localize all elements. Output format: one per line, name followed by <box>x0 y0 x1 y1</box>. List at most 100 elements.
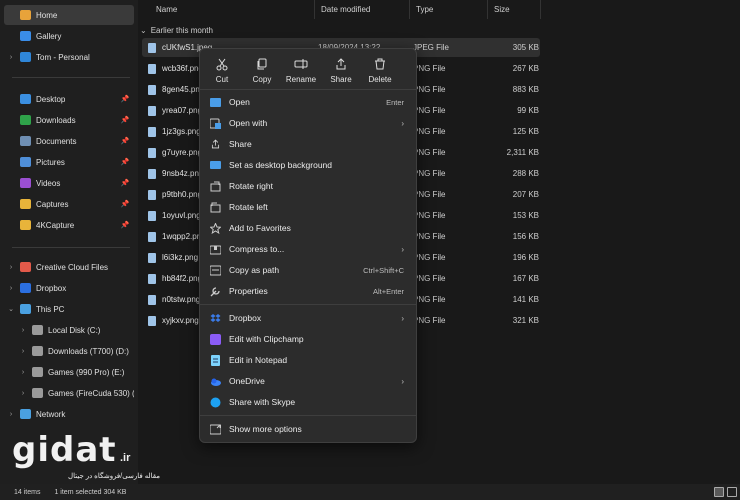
copy-icon <box>254 57 270 71</box>
sidebar-item-label: Captures <box>36 199 69 209</box>
menu-item[interactable]: Dropbox › <box>204 308 414 328</box>
file-type: PNG File <box>413 295 446 304</box>
file-type: PNG File <box>413 85 446 94</box>
image-file-icon <box>148 294 156 305</box>
menu-item[interactable]: Copy as path Ctrl+Shift+C <box>204 260 414 280</box>
menu-item[interactable]: Edit in Notepad <box>204 350 414 370</box>
drive-icon <box>32 325 43 335</box>
clipchamp-icon <box>210 333 221 345</box>
sidebar-item[interactable]: › Creative Cloud Files <box>4 257 134 277</box>
quick-action-label: Copy <box>252 75 272 84</box>
sidebar-item[interactable]: › Network <box>4 404 134 424</box>
sidebar-item[interactable]: Videos 📌 <box>4 173 134 193</box>
this-pc-icon <box>20 304 31 314</box>
sidebar-item-label: Tom - Personal <box>36 52 90 62</box>
sidebar-item[interactable]: › Tom - Personal <box>4 47 134 67</box>
chevron-icon[interactable]: › <box>18 390 28 397</box>
menu-item-label: Share <box>229 139 252 149</box>
menu-item[interactable]: Open with › <box>204 113 414 133</box>
quick-action-share-button[interactable]: Share <box>321 55 361 91</box>
share-icon <box>210 139 221 150</box>
sidebar-item-label: Downloads <box>36 115 76 125</box>
details-view-button[interactable] <box>714 487 724 497</box>
sidebar-item[interactable]: Home <box>4 5 134 25</box>
quick-action-cut-button[interactable]: Cut <box>202 55 242 91</box>
image-file-icon <box>148 231 156 242</box>
menu-item-label: Open with <box>229 118 268 128</box>
column-header-size[interactable]: Size <box>488 0 541 19</box>
menu-item[interactable]: Share with Skype <box>204 392 414 412</box>
pin-icon: 📌 <box>120 96 130 103</box>
chevron-icon[interactable]: › <box>18 369 28 376</box>
image-file-icon <box>148 168 156 179</box>
sidebar-item[interactable]: Downloads 📌 <box>4 110 134 130</box>
column-header-type[interactable]: Type <box>410 0 488 19</box>
sidebar-item-label: Pictures <box>36 157 65 167</box>
file-type: PNG File <box>413 64 446 73</box>
image-file-icon <box>148 42 156 53</box>
chevron-icon[interactable]: › <box>18 327 28 334</box>
tiles-view-button[interactable] <box>727 487 737 497</box>
chevron-icon[interactable]: › <box>6 54 16 61</box>
desktop-background-icon <box>210 160 221 171</box>
folder-icon <box>20 199 31 209</box>
menu-item-label: OneDrive <box>229 376 265 386</box>
quick-action-delete-button[interactable]: Delete <box>360 55 400 91</box>
chevron-icon[interactable]: › <box>18 348 28 355</box>
file-size: 207 KB <box>512 190 539 199</box>
sidebar-item[interactable]: 4KCapture 📌 <box>4 215 134 235</box>
quick-action-label: Cut <box>215 75 229 84</box>
sidebar-item[interactable]: › Local Disk (C:) <box>4 320 134 340</box>
menu-item-label: Rotate right <box>229 181 273 191</box>
quick-action-rename-button[interactable]: Rename <box>281 55 321 91</box>
column-header-date[interactable]: Date modified <box>315 0 410 19</box>
sidebar-item[interactable]: Documents 📌 <box>4 131 134 151</box>
image-file-icon <box>148 147 156 158</box>
menu-item[interactable]: Compress to... › <box>204 239 414 259</box>
column-type-label: Type <box>416 5 434 14</box>
pin-icon: 📌 <box>120 159 130 166</box>
open-icon <box>210 97 221 108</box>
pin-icon: 📌 <box>120 180 130 187</box>
column-date-label: Date modified <box>321 5 371 14</box>
menu-item[interactable]: Rotate right <box>204 176 414 196</box>
menu-item[interactable]: Set as desktop background <box>204 155 414 175</box>
sidebar-item-label: 4KCapture <box>36 220 75 230</box>
sidebar-item[interactable]: › Games (FireCuda 530) (F:) <box>4 383 134 403</box>
sidebar-item[interactable]: Desktop 📌 <box>4 89 134 109</box>
chevron-icon[interactable]: ⌄ <box>6 305 16 313</box>
menu-item[interactable]: Show more options <box>204 419 414 439</box>
sidebar-item[interactable]: Captures 📌 <box>4 194 134 214</box>
menu-item[interactable]: Open Enter <box>204 92 414 112</box>
context-menu: Cut Copy Rename Share Delete Open Enter Open wi… <box>199 48 417 443</box>
sidebar-item-label: Local Disk (C:) <box>48 325 101 335</box>
sidebar-item[interactable]: Pictures 📌 <box>4 152 134 172</box>
sidebar-item-label: Home <box>36 10 58 20</box>
group-header[interactable]: ⌄ Earlier this month <box>140 22 213 38</box>
quick-action-copy-button[interactable]: Copy <box>242 55 282 91</box>
watermark-tagline: مقاله فارسی/فروشگاه در جیتال <box>68 473 161 480</box>
sidebar-item[interactable]: › Downloads (T700) (D:) <box>4 341 134 361</box>
menu-item[interactable]: Edit with Clipchamp <box>204 329 414 349</box>
sidebar-item[interactable]: › Games (990 Pro) (E:) <box>4 362 134 382</box>
pin-icon: 📌 <box>120 117 130 124</box>
chevron-icon[interactable]: › <box>6 264 16 271</box>
menu-item[interactable]: Add to Favorites <box>204 218 414 238</box>
menu-item[interactable]: Share <box>204 134 414 154</box>
sidebar-item-label: Creative Cloud Files <box>36 262 109 272</box>
file-size: 196 KB <box>512 253 539 262</box>
cut-icon <box>214 57 230 71</box>
sidebar-item[interactable]: Gallery <box>4 26 134 46</box>
chevron-icon[interactable]: › <box>6 411 16 418</box>
chevron-icon[interactable]: › <box>6 285 16 292</box>
menu-item-label: Open <box>229 97 250 107</box>
sidebar-item[interactable]: › Dropbox <box>4 278 134 298</box>
menu-item[interactable]: Rotate left <box>204 197 414 217</box>
sidebar-item-label: Games (990 Pro) (E:) <box>48 367 125 377</box>
menu-item[interactable]: Properties Alt+Enter <box>204 281 414 301</box>
quick-action-label: Share <box>330 75 352 84</box>
column-header-name[interactable]: Name <box>138 0 315 19</box>
menu-item[interactable]: OneDrive › <box>204 371 414 391</box>
more-options-icon <box>210 424 221 435</box>
sidebar-item[interactable]: ⌄ This PC <box>4 299 134 319</box>
